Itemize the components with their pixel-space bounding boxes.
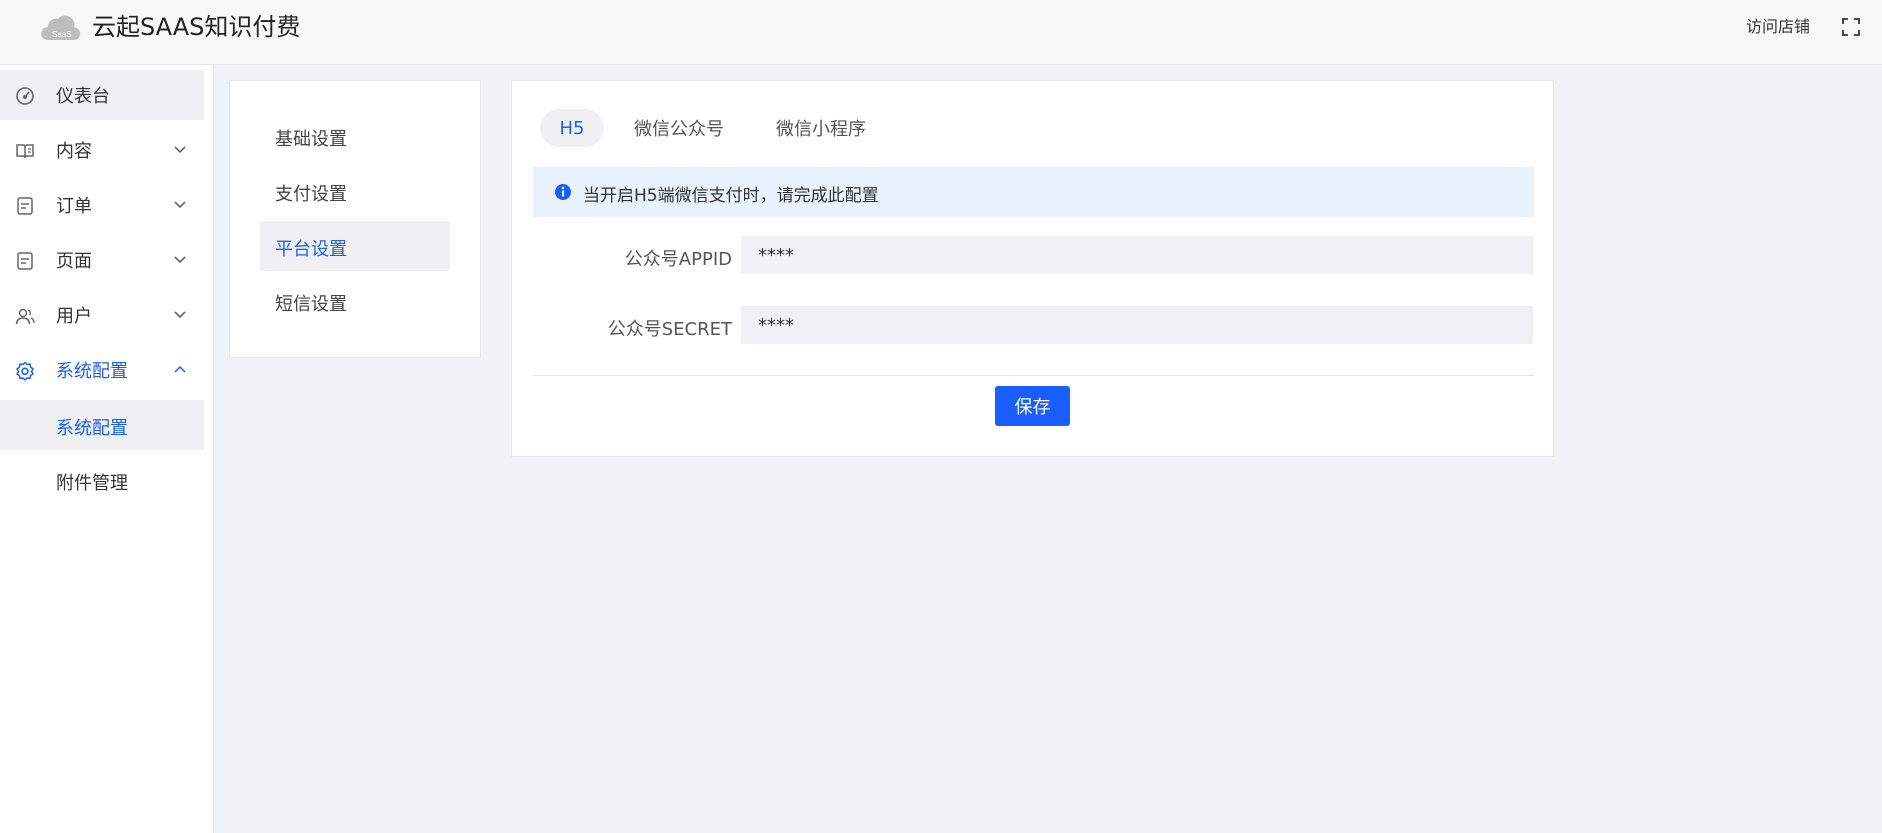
saas-cloud-logo-icon: SaaS (41, 15, 81, 40)
sidebar-item-dashboard[interactable]: 仪表台 (0, 70, 204, 120)
page-icon (17, 252, 33, 270)
info-notice: 当开启H5端微信支付时，请完成此配置 (533, 167, 1534, 217)
settings-nav-label: 基础设置 (275, 129, 347, 150)
platform-settings-card: H5 微信公众号 微信小程序 当开启H5端微信支付时，请完成此配置 公众号APP… (511, 80, 1554, 457)
appid-label: 公众号APPID (624, 249, 732, 270)
document-icon (17, 197, 33, 215)
submenu-item-attachments[interactable]: 附件管理 (0, 455, 204, 505)
appid-input[interactable] (741, 236, 1533, 274)
svg-text:SaaS: SaaS (52, 30, 72, 39)
chevron-down-icon (174, 146, 186, 154)
chevron-down-icon (174, 311, 186, 319)
submenu-item-system-config[interactable]: 系统配置 (0, 400, 204, 450)
top-header: SaaS 云起SAAS知识付费 访问店铺 (0, 0, 1882, 65)
divider (533, 375, 1534, 376)
sidebar-item-label: 订单 (56, 196, 92, 217)
settings-nav-basic[interactable]: 基础设置 (260, 111, 450, 161)
sidebar-item-label: 系统配置 (56, 361, 128, 382)
settings-nav-sms[interactable]: 短信设置 (260, 276, 450, 326)
submenu-item-label: 系统配置 (56, 418, 128, 439)
book-icon (16, 144, 34, 159)
settings-nav-platform[interactable]: 平台设置 (260, 221, 450, 271)
tab-wechat-miniprogram[interactable]: 微信小程序 (766, 109, 876, 147)
tab-wechat-official[interactable]: 微信公众号 (624, 109, 734, 147)
sidebar-item-pages[interactable]: 页面 (0, 235, 204, 285)
notice-text: 当开启H5端微信支付时，请完成此配置 (583, 186, 879, 206)
settings-nav-card: 基础设置 支付设置 平台设置 短信设置 (229, 80, 481, 358)
info-icon (555, 184, 571, 200)
chevron-down-icon (174, 256, 186, 264)
tab-h5[interactable]: H5 (540, 109, 604, 147)
sidebar-item-label: 页面 (56, 251, 92, 272)
settings-nav-label: 短信设置 (275, 294, 347, 315)
dashboard-icon (16, 87, 34, 105)
chevron-up-icon (174, 365, 186, 373)
users-icon (15, 308, 35, 325)
sidebar-item-label: 内容 (56, 141, 92, 162)
save-button[interactable]: 保存 (995, 386, 1070, 426)
sidebar-item-orders[interactable]: 订单 (0, 180, 204, 230)
settings-nav-label: 平台设置 (275, 239, 347, 260)
sidebar-item-users[interactable]: 用户 (0, 290, 204, 340)
sidebar-item-system-config[interactable]: 系统配置 (0, 345, 204, 395)
sidebar-item-label: 仪表台 (56, 86, 110, 107)
gear-icon (16, 361, 34, 381)
sidebar: 仪表台 内容 订单 页面 用户 系统配置 系统配置 附件管理 (0, 65, 214, 833)
fullscreen-icon[interactable] (1842, 18, 1860, 36)
settings-nav-label: 支付设置 (275, 184, 347, 205)
secret-label: 公众号SECRET (607, 319, 732, 340)
submenu-item-label: 附件管理 (56, 473, 128, 494)
settings-nav-payment[interactable]: 支付设置 (260, 166, 450, 216)
sidebar-item-label: 用户 (56, 306, 92, 327)
chevron-down-icon (174, 201, 186, 209)
secret-input[interactable] (741, 306, 1533, 344)
visit-store-link[interactable]: 访问店铺 (1746, 17, 1810, 37)
brand-title: 云起SAAS知识付费 (92, 13, 301, 41)
sidebar-item-content[interactable]: 内容 (0, 125, 204, 175)
